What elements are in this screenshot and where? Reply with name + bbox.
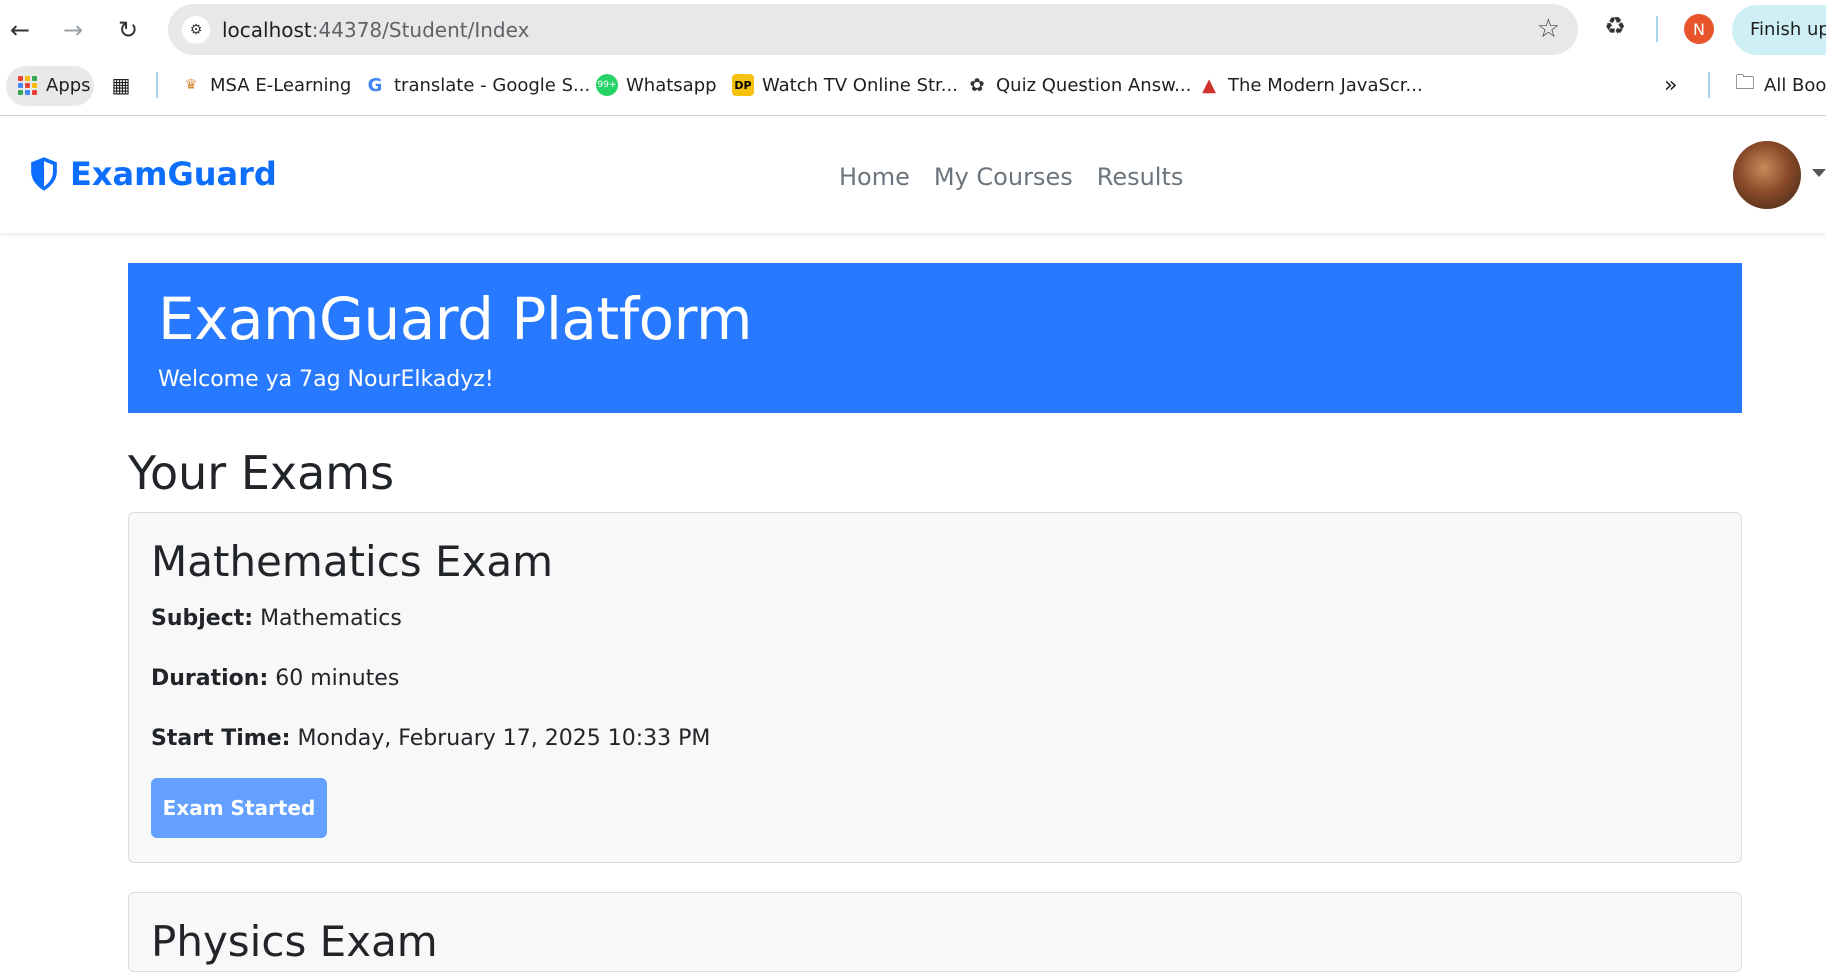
start-time-value: Monday, February 17, 2025 10:33 PM bbox=[297, 726, 711, 751]
bookmark-watch-tv[interactable]: DP Watch TV Online Str... bbox=[732, 66, 958, 104]
folder-icon: 🗀 bbox=[1735, 70, 1755, 94]
apps-grid-icon bbox=[16, 74, 38, 96]
toolbar-divider bbox=[1656, 16, 1658, 42]
chatgpt-icon: ✿ bbox=[969, 74, 985, 96]
hero-title: ExamGuard Platform bbox=[158, 285, 752, 353]
tower-icon: ▲ bbox=[1202, 74, 1216, 96]
exam-start-time: Start Time: Monday, February 17, 2025 10… bbox=[151, 726, 710, 751]
bookmark-label: Whatsapp bbox=[626, 74, 717, 96]
bookmark-label: translate - Google S... bbox=[394, 74, 591, 96]
duration-value: 60 minutes bbox=[275, 666, 400, 691]
back-arrow-icon[interactable]: ← bbox=[2, 12, 38, 48]
forward-arrow-icon[interactable]: → bbox=[55, 12, 91, 48]
bookmark-apps[interactable]: Apps bbox=[16, 66, 91, 104]
bookmarks-divider bbox=[156, 72, 158, 98]
bookmark-quiz[interactable]: ✿ Quiz Question Answ... bbox=[966, 66, 1191, 104]
subject-value: Mathematics bbox=[260, 606, 402, 631]
bookmark-label: The Modern JavaScr... bbox=[1228, 74, 1423, 96]
bookmark-label: Watch TV Online Str... bbox=[762, 74, 958, 96]
shield-icon bbox=[31, 157, 57, 191]
user-menu-caret-icon[interactable] bbox=[1812, 169, 1826, 177]
exam-card: Mathematics Exam Subject: Mathematics Du… bbox=[128, 512, 1742, 863]
bookmark-star-icon[interactable]: ☆ bbox=[1537, 14, 1560, 44]
section-title: Your Exams bbox=[128, 446, 395, 500]
bookmarks-divider bbox=[1708, 72, 1710, 98]
google-icon: G bbox=[367, 74, 383, 96]
main-nav: Home My Courses Results bbox=[839, 163, 1183, 191]
duration-label: Duration: bbox=[151, 666, 269, 691]
bookmark-label: Apps bbox=[46, 74, 91, 96]
bookmark-msa[interactable]: ♛ MSA E-Learning bbox=[180, 66, 352, 104]
bookmark-label: MSA E-Learning bbox=[210, 74, 352, 96]
msa-icon: ♛ bbox=[184, 77, 198, 93]
bookmark-label: All Bookmarks bbox=[1764, 74, 1826, 96]
nav-results[interactable]: Results bbox=[1097, 163, 1184, 191]
bookmark-whatsapp[interactable]: 99+ Whatsapp bbox=[596, 66, 717, 104]
bookmark-label: Quiz Question Answ... bbox=[996, 74, 1192, 96]
bookmark-translate[interactable]: G translate - Google S... bbox=[364, 66, 591, 104]
site-navbar: ExamGuard Home My Courses Results bbox=[0, 117, 1826, 233]
exam-title: Physics Exam bbox=[151, 917, 438, 966]
grid-icon: ▦ bbox=[111, 73, 131, 97]
url-text[interactable]: localhost:44378/Student/Index bbox=[222, 18, 529, 42]
hero-banner: ExamGuard Platform Welcome ya 7ag NourEl… bbox=[128, 263, 1742, 413]
nav-home[interactable]: Home bbox=[839, 163, 910, 191]
profile-avatar[interactable]: N bbox=[1684, 14, 1714, 44]
exam-started-button[interactable]: Exam Started bbox=[151, 778, 327, 838]
tab-groups-icon[interactable]: ▦ bbox=[110, 66, 140, 104]
user-avatar[interactable] bbox=[1733, 141, 1801, 209]
exam-subject: Subject: Mathematics bbox=[151, 606, 402, 631]
site-settings-icon[interactable]: ⚙ bbox=[182, 16, 210, 44]
dp-icon: DP bbox=[732, 74, 754, 96]
exam-duration: Duration: 60 minutes bbox=[151, 666, 399, 691]
brand-link[interactable]: ExamGuard bbox=[28, 155, 277, 193]
browser-toolbar: ← → ↻ ⚙ localhost:44378/Student/Index ☆ … bbox=[0, 0, 1826, 116]
bookmarks-overflow-icon[interactable]: » bbox=[1664, 66, 1677, 104]
extensions-icon[interactable]: ♻ bbox=[1600, 12, 1630, 42]
exam-card: Physics Exam bbox=[128, 892, 1742, 972]
nav-my-courses[interactable]: My Courses bbox=[934, 163, 1073, 191]
welcome-message: Welcome ya 7ag NourElkadyz! bbox=[158, 367, 494, 392]
bookmark-all[interactable]: 🗀 All Bookmarks bbox=[1734, 66, 1826, 104]
whatsapp-icon: 99+ bbox=[596, 74, 618, 96]
bookmark-javascript[interactable]: ▲ The Modern JavaScr... bbox=[1198, 66, 1423, 104]
bookmarks-bar: Apps ▦ ♛ MSA E-Learning G translate - Go… bbox=[0, 62, 1826, 106]
url-host: localhost bbox=[222, 18, 312, 42]
brand-name: ExamGuard bbox=[70, 155, 277, 193]
address-bar[interactable]: ⚙ localhost:44378/Student/Index ☆ bbox=[168, 4, 1578, 55]
finish-update-button[interactable]: Finish update bbox=[1732, 5, 1826, 55]
subject-label: Subject: bbox=[151, 606, 254, 631]
start-time-label: Start Time: bbox=[151, 726, 291, 751]
exam-title: Mathematics Exam bbox=[151, 537, 554, 586]
reload-icon[interactable]: ↻ bbox=[110, 12, 146, 48]
url-path: :44378/Student/Index bbox=[311, 18, 530, 42]
